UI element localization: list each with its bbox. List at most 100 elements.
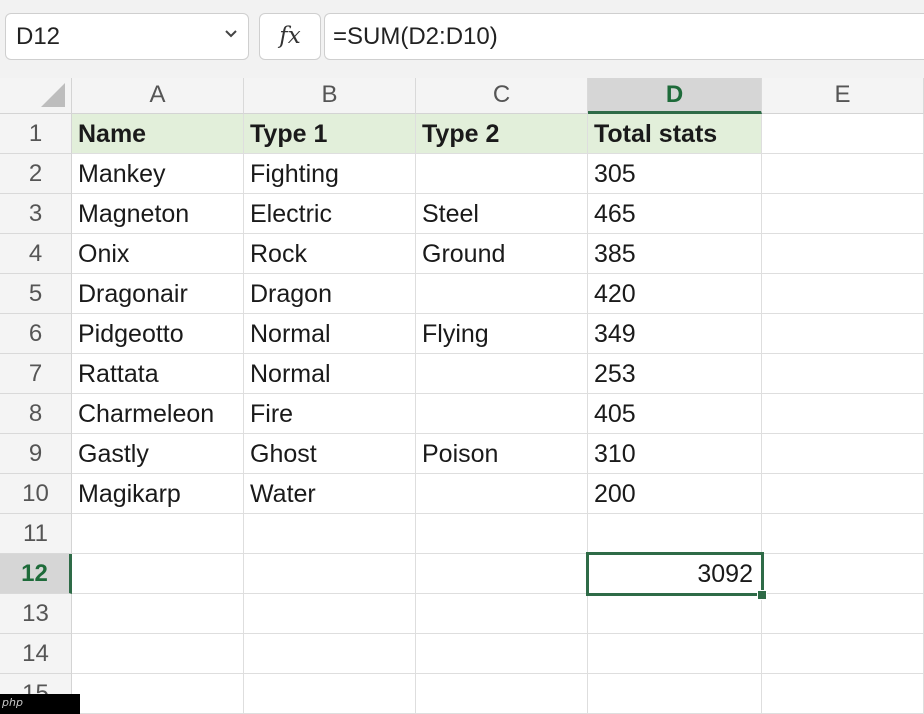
cell-d8[interactable]: 405 xyxy=(588,394,762,434)
insert-function-button[interactable]: fx xyxy=(259,13,321,60)
row-header-11[interactable]: 11 xyxy=(0,514,72,554)
cell-c3[interactable]: Steel xyxy=(416,194,588,234)
cell-a7[interactable]: Rattata xyxy=(72,354,244,394)
column-header-a[interactable]: A xyxy=(72,78,244,114)
cell-d12-selected[interactable]: 3092 xyxy=(586,552,764,596)
cell-c13[interactable] xyxy=(416,594,588,634)
cell-e12[interactable] xyxy=(762,554,924,594)
row-header-9[interactable]: 9 xyxy=(0,434,72,474)
cell-b9[interactable]: Ghost xyxy=(244,434,416,474)
cell-a2[interactable]: Mankey xyxy=(72,154,244,194)
cell-e3[interactable] xyxy=(762,194,924,234)
cell-c6[interactable]: Flying xyxy=(416,314,588,354)
fill-handle[interactable] xyxy=(757,590,767,600)
chevron-down-icon[interactable] xyxy=(221,23,241,43)
cell-a15[interactable] xyxy=(72,674,244,714)
formula-input[interactable]: =SUM(D2:D10) xyxy=(324,13,924,60)
cell-e7[interactable] xyxy=(762,354,924,394)
cell-a13[interactable] xyxy=(72,594,244,634)
cell-b7[interactable]: Normal xyxy=(244,354,416,394)
cell-e4[interactable] xyxy=(762,234,924,274)
row-header-7[interactable]: 7 xyxy=(0,354,72,394)
cell-b2[interactable]: Fighting xyxy=(244,154,416,194)
row-header-1[interactable]: 1 xyxy=(0,114,72,154)
cell-a14[interactable] xyxy=(72,634,244,674)
cell-d1[interactable]: Total stats xyxy=(588,114,762,154)
name-box[interactable]: D12 xyxy=(5,13,249,60)
cell-b6[interactable]: Normal xyxy=(244,314,416,354)
cell-e9[interactable] xyxy=(762,434,924,474)
row-header-13[interactable]: 13 xyxy=(0,594,72,634)
cell-a5[interactable]: Dragonair xyxy=(72,274,244,314)
cell-e15[interactable] xyxy=(762,674,924,714)
row-header-6[interactable]: 6 xyxy=(0,314,72,354)
cell-c14[interactable] xyxy=(416,634,588,674)
cell-d15[interactable] xyxy=(588,674,762,714)
cell-c2[interactable] xyxy=(416,154,588,194)
cell-a4[interactable]: Onix xyxy=(72,234,244,274)
cell-b14[interactable] xyxy=(244,634,416,674)
cell-b15[interactable] xyxy=(244,674,416,714)
cell-a6[interactable]: Pidgeotto xyxy=(72,314,244,354)
cell-d5[interactable]: 420 xyxy=(588,274,762,314)
cell-a12[interactable] xyxy=(72,554,244,594)
cell-d7[interactable]: 253 xyxy=(588,354,762,394)
cell-b8[interactable]: Fire xyxy=(244,394,416,434)
cell-c7[interactable] xyxy=(416,354,588,394)
cell-c8[interactable] xyxy=(416,394,588,434)
cell-b4[interactable]: Rock xyxy=(244,234,416,274)
cell-b11[interactable] xyxy=(244,514,416,554)
row-header-4[interactable]: 4 xyxy=(0,234,72,274)
cell-b13[interactable] xyxy=(244,594,416,634)
cell-c4[interactable]: Ground xyxy=(416,234,588,274)
cell-e10[interactable] xyxy=(762,474,924,514)
cell-d6[interactable]: 349 xyxy=(588,314,762,354)
row-header-12[interactable]: 12 xyxy=(0,554,72,594)
cell-c15[interactable] xyxy=(416,674,588,714)
column-header-d[interactable]: D xyxy=(588,78,762,114)
cell-e1[interactable] xyxy=(762,114,924,154)
cell-c12[interactable] xyxy=(416,554,588,594)
column-header-e[interactable]: E xyxy=(762,78,924,114)
cell-e5[interactable] xyxy=(762,274,924,314)
row-header-10[interactable]: 10 xyxy=(0,474,72,514)
cell-d2[interactable]: 305 xyxy=(588,154,762,194)
cell-d13[interactable] xyxy=(588,594,762,634)
cell-e8[interactable] xyxy=(762,394,924,434)
row-header-2[interactable]: 2 xyxy=(0,154,72,194)
cell-d10[interactable]: 200 xyxy=(588,474,762,514)
cell-e11[interactable] xyxy=(762,514,924,554)
cell-d9[interactable]: 310 xyxy=(588,434,762,474)
cell-c9[interactable]: Poison xyxy=(416,434,588,474)
cell-d11[interactable] xyxy=(588,514,762,554)
cell-c10[interactable] xyxy=(416,474,588,514)
cell-b5[interactable]: Dragon xyxy=(244,274,416,314)
cell-a8[interactable]: Charmeleon xyxy=(72,394,244,434)
cell-b12[interactable] xyxy=(244,554,416,594)
row-header-14[interactable]: 14 xyxy=(0,634,72,674)
cell-a1[interactable]: Name xyxy=(72,114,244,154)
cell-e2[interactable] xyxy=(762,154,924,194)
column-header-c[interactable]: C xyxy=(416,78,588,114)
select-all-corner[interactable] xyxy=(0,78,72,114)
column-header-b[interactable]: B xyxy=(244,78,416,114)
cell-e14[interactable] xyxy=(762,634,924,674)
cell-a11[interactable] xyxy=(72,514,244,554)
cell-e6[interactable] xyxy=(762,314,924,354)
cell-a9[interactable]: Gastly xyxy=(72,434,244,474)
row-header-8[interactable]: 8 xyxy=(0,394,72,434)
cell-e13[interactable] xyxy=(762,594,924,634)
row-header-3[interactable]: 3 xyxy=(0,194,72,234)
cell-c11[interactable] xyxy=(416,514,588,554)
cell-a10[interactable]: Magikarp xyxy=(72,474,244,514)
cell-c5[interactable] xyxy=(416,274,588,314)
cell-d4[interactable]: 385 xyxy=(588,234,762,274)
cell-b3[interactable]: Electric xyxy=(244,194,416,234)
row-header-5[interactable]: 5 xyxy=(0,274,72,314)
cell-b10[interactable]: Water xyxy=(244,474,416,514)
cell-d14[interactable] xyxy=(588,634,762,674)
cell-d3[interactable]: 465 xyxy=(588,194,762,234)
cell-b1[interactable]: Type 1 xyxy=(244,114,416,154)
cell-a3[interactable]: Magneton xyxy=(72,194,244,234)
cell-c1[interactable]: Type 2 xyxy=(416,114,588,154)
